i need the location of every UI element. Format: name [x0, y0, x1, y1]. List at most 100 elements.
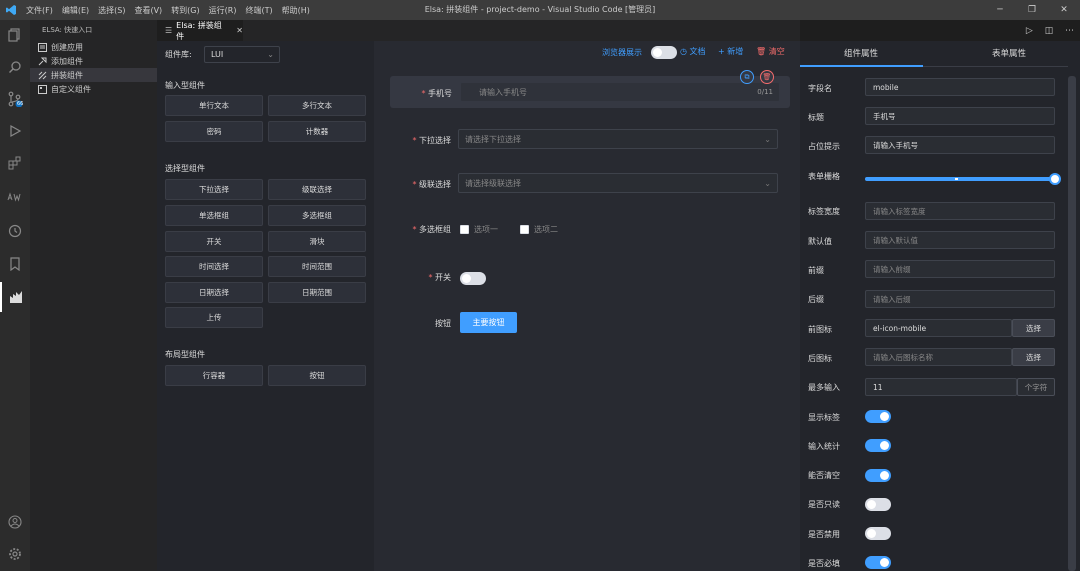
run-debug-icon[interactable]	[0, 116, 30, 146]
close-window-icon[interactable]: ✕	[1048, 0, 1080, 20]
default-value-input[interactable]: 请输入默认值	[865, 231, 1055, 249]
account-icon[interactable]	[0, 507, 30, 537]
clear-button[interactable]: 🗑 清空	[756, 46, 785, 57]
window-controls: ─ ❐ ✕	[984, 0, 1080, 20]
add-component-icon	[38, 57, 47, 65]
split-editor-icon[interactable]: ◫	[1045, 26, 1054, 36]
required-switch[interactable]	[865, 556, 891, 569]
explorer-icon[interactable]	[0, 20, 30, 50]
timeline-icon[interactable]	[0, 216, 30, 246]
grid-slider-thumb[interactable]	[1049, 173, 1061, 185]
label-width-input[interactable]: 请输入标签宽度	[865, 202, 1055, 220]
max-input-unit: 个字符	[1017, 378, 1055, 396]
tab-component-props[interactable]: 组件属性	[844, 41, 878, 67]
menu-go[interactable]: 转到(G)	[171, 5, 199, 16]
palette-date-range[interactable]: 日期范围	[268, 282, 366, 303]
menu-edit[interactable]: 编辑(E)	[62, 5, 89, 16]
more-icon[interactable]: ⋯	[1065, 26, 1074, 36]
checkbox-option-1[interactable]	[460, 225, 469, 234]
elsa-icon[interactable]	[0, 282, 30, 312]
palette-date-picker[interactable]: 日期选择	[165, 282, 263, 303]
close-tab-icon[interactable]: ✕	[236, 26, 243, 35]
dropdown-select[interactable]: 请选择下拉选择 ⌄	[458, 129, 778, 149]
prefix-icon-input[interactable]: el-icon-mobile	[865, 319, 1012, 337]
search-icon[interactable]	[0, 52, 30, 82]
sidebar-item-custom-component[interactable]: 自定义组件	[30, 82, 157, 96]
placeholder-input[interactable]: 请输入手机号	[865, 136, 1055, 154]
readonly-switch[interactable]	[865, 498, 891, 511]
input-section-title: 输入型组件	[165, 81, 205, 90]
menu-selection[interactable]: 选择(S)	[98, 5, 125, 16]
cascader-select[interactable]: 请选择级联选择 ⌄	[458, 173, 778, 193]
cascader-label: * 级联选择	[412, 180, 451, 189]
palette-password[interactable]: 密码	[165, 121, 263, 142]
delete-icon[interactable]: 🗑	[760, 70, 774, 84]
sidebar-item-create-app[interactable]: 创建应用	[30, 40, 157, 54]
menu-terminal[interactable]: 终端(T)	[245, 5, 272, 16]
primary-button[interactable]: 主要按钮	[460, 312, 517, 333]
prefix-icon-select-button[interactable]: 选择	[1012, 319, 1055, 337]
grid-slider-track[interactable]	[865, 173, 1061, 185]
show-count-switch[interactable]	[865, 439, 891, 452]
palette-cascader[interactable]: 级联选择	[268, 179, 366, 200]
form-item-phone[interactable]: * 手机号 请输入手机号 0/11 ⧉ 🗑	[390, 70, 790, 108]
suffix-input[interactable]: 请输入后缀	[865, 290, 1055, 308]
palette-checkbox-group[interactable]: 多选框组	[268, 205, 366, 226]
menu-view[interactable]: 查看(V)	[134, 5, 162, 16]
settings-gear-icon[interactable]	[0, 539, 30, 569]
palette-multi-text[interactable]: 多行文本	[268, 95, 366, 116]
editor-actions: ▷ ◫ ⋯	[1020, 20, 1080, 41]
form-switch[interactable]	[460, 272, 486, 285]
tab-assemble[interactable]: ☰ Elsa: 拼装组件 ✕	[157, 20, 243, 41]
prefix-label: 前缀	[808, 266, 824, 275]
palette-counter[interactable]: 计数器	[268, 121, 366, 142]
palette-time-range[interactable]: 时间范围	[268, 256, 366, 277]
palette-time-picker[interactable]: 时间选择	[165, 256, 263, 277]
disabled-switch[interactable]	[865, 527, 891, 540]
button-row-label: 按钮	[435, 319, 451, 328]
palette-single-text[interactable]: 单行文本	[165, 95, 263, 116]
menu-help[interactable]: 帮助(H)	[282, 5, 310, 16]
suffix-icon-select-button[interactable]: 选择	[1012, 348, 1055, 366]
field-name-input[interactable]: mobile	[865, 78, 1055, 96]
checkbox-option-2[interactable]	[520, 225, 529, 234]
sidebar-item-assemble-component[interactable]: 拼装组件	[30, 68, 157, 82]
placeholder-label: 占位提示	[808, 142, 840, 151]
minimize-icon[interactable]: ─	[984, 0, 1016, 20]
docs-icon: ◷	[680, 47, 690, 56]
phone-input[interactable]: 请输入手机号 0/11	[460, 82, 780, 102]
menu-run[interactable]: 运行(R)	[209, 5, 237, 16]
palette-radio-group[interactable]: 单选框组	[165, 205, 263, 226]
clearable-switch[interactable]	[865, 469, 891, 482]
suffix-icon-input[interactable]: 请输入后图标名称	[865, 348, 1012, 366]
menu-file[interactable]: 文件(F)	[26, 5, 53, 16]
show-label-switch[interactable]	[865, 410, 891, 423]
add-button[interactable]: + 新增	[718, 46, 743, 57]
palette-button[interactable]: 按钮	[268, 365, 366, 386]
source-control-icon[interactable]: 66	[0, 84, 30, 114]
activity-bar: 66	[0, 20, 30, 571]
restore-icon[interactable]: ❐	[1016, 0, 1048, 20]
bookmark-icon[interactable]	[0, 249, 30, 279]
clearable-label: 能否清空	[808, 471, 840, 480]
scrollbar[interactable]	[1068, 76, 1076, 571]
aw-extension-icon[interactable]	[0, 182, 30, 212]
max-input-field[interactable]: 11	[865, 378, 1017, 396]
docs-link[interactable]: ◷ 文档	[680, 46, 706, 57]
library-select[interactable]: LUI ⌄	[204, 46, 280, 63]
title-input[interactable]: 手机号	[865, 107, 1055, 125]
palette-row-container[interactable]: 行容器	[165, 365, 263, 386]
grid-label: 表单栅格	[808, 172, 840, 181]
tab-form-props[interactable]: 表单属性	[992, 41, 1026, 67]
prefix-input[interactable]: 请输入前缀	[865, 260, 1055, 278]
palette-dropdown[interactable]: 下拉选择	[165, 179, 263, 200]
sidebar-item-add-component[interactable]: 添加组件	[30, 54, 157, 68]
browser-preview-switch[interactable]	[651, 46, 677, 59]
palette-switch[interactable]: 开关	[165, 231, 263, 252]
copy-icon[interactable]: ⧉	[740, 70, 754, 84]
run-icon[interactable]: ▷	[1026, 26, 1033, 36]
app-icon	[38, 42, 47, 52]
palette-upload[interactable]: 上传	[165, 307, 263, 328]
palette-slider[interactable]: 滑块	[268, 231, 366, 252]
extensions-icon[interactable]	[0, 148, 30, 178]
